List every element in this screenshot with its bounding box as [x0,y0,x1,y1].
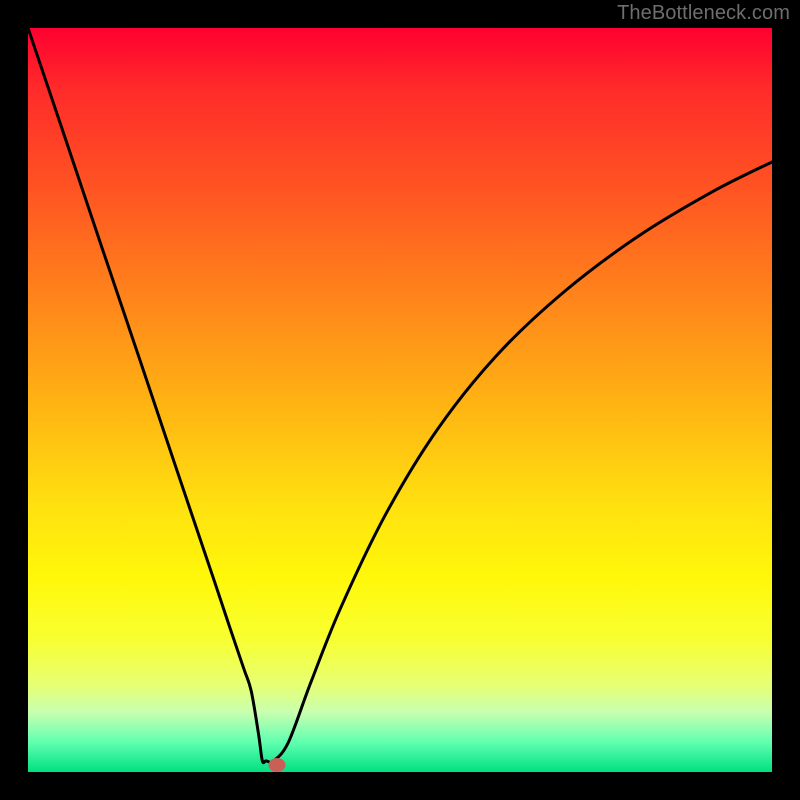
chart-frame: TheBottleneck.com [0,0,800,800]
bottleneck-curve [28,28,772,772]
optimal-point-marker [269,758,286,772]
plot-area [28,28,772,772]
watermark-text: TheBottleneck.com [617,2,790,25]
